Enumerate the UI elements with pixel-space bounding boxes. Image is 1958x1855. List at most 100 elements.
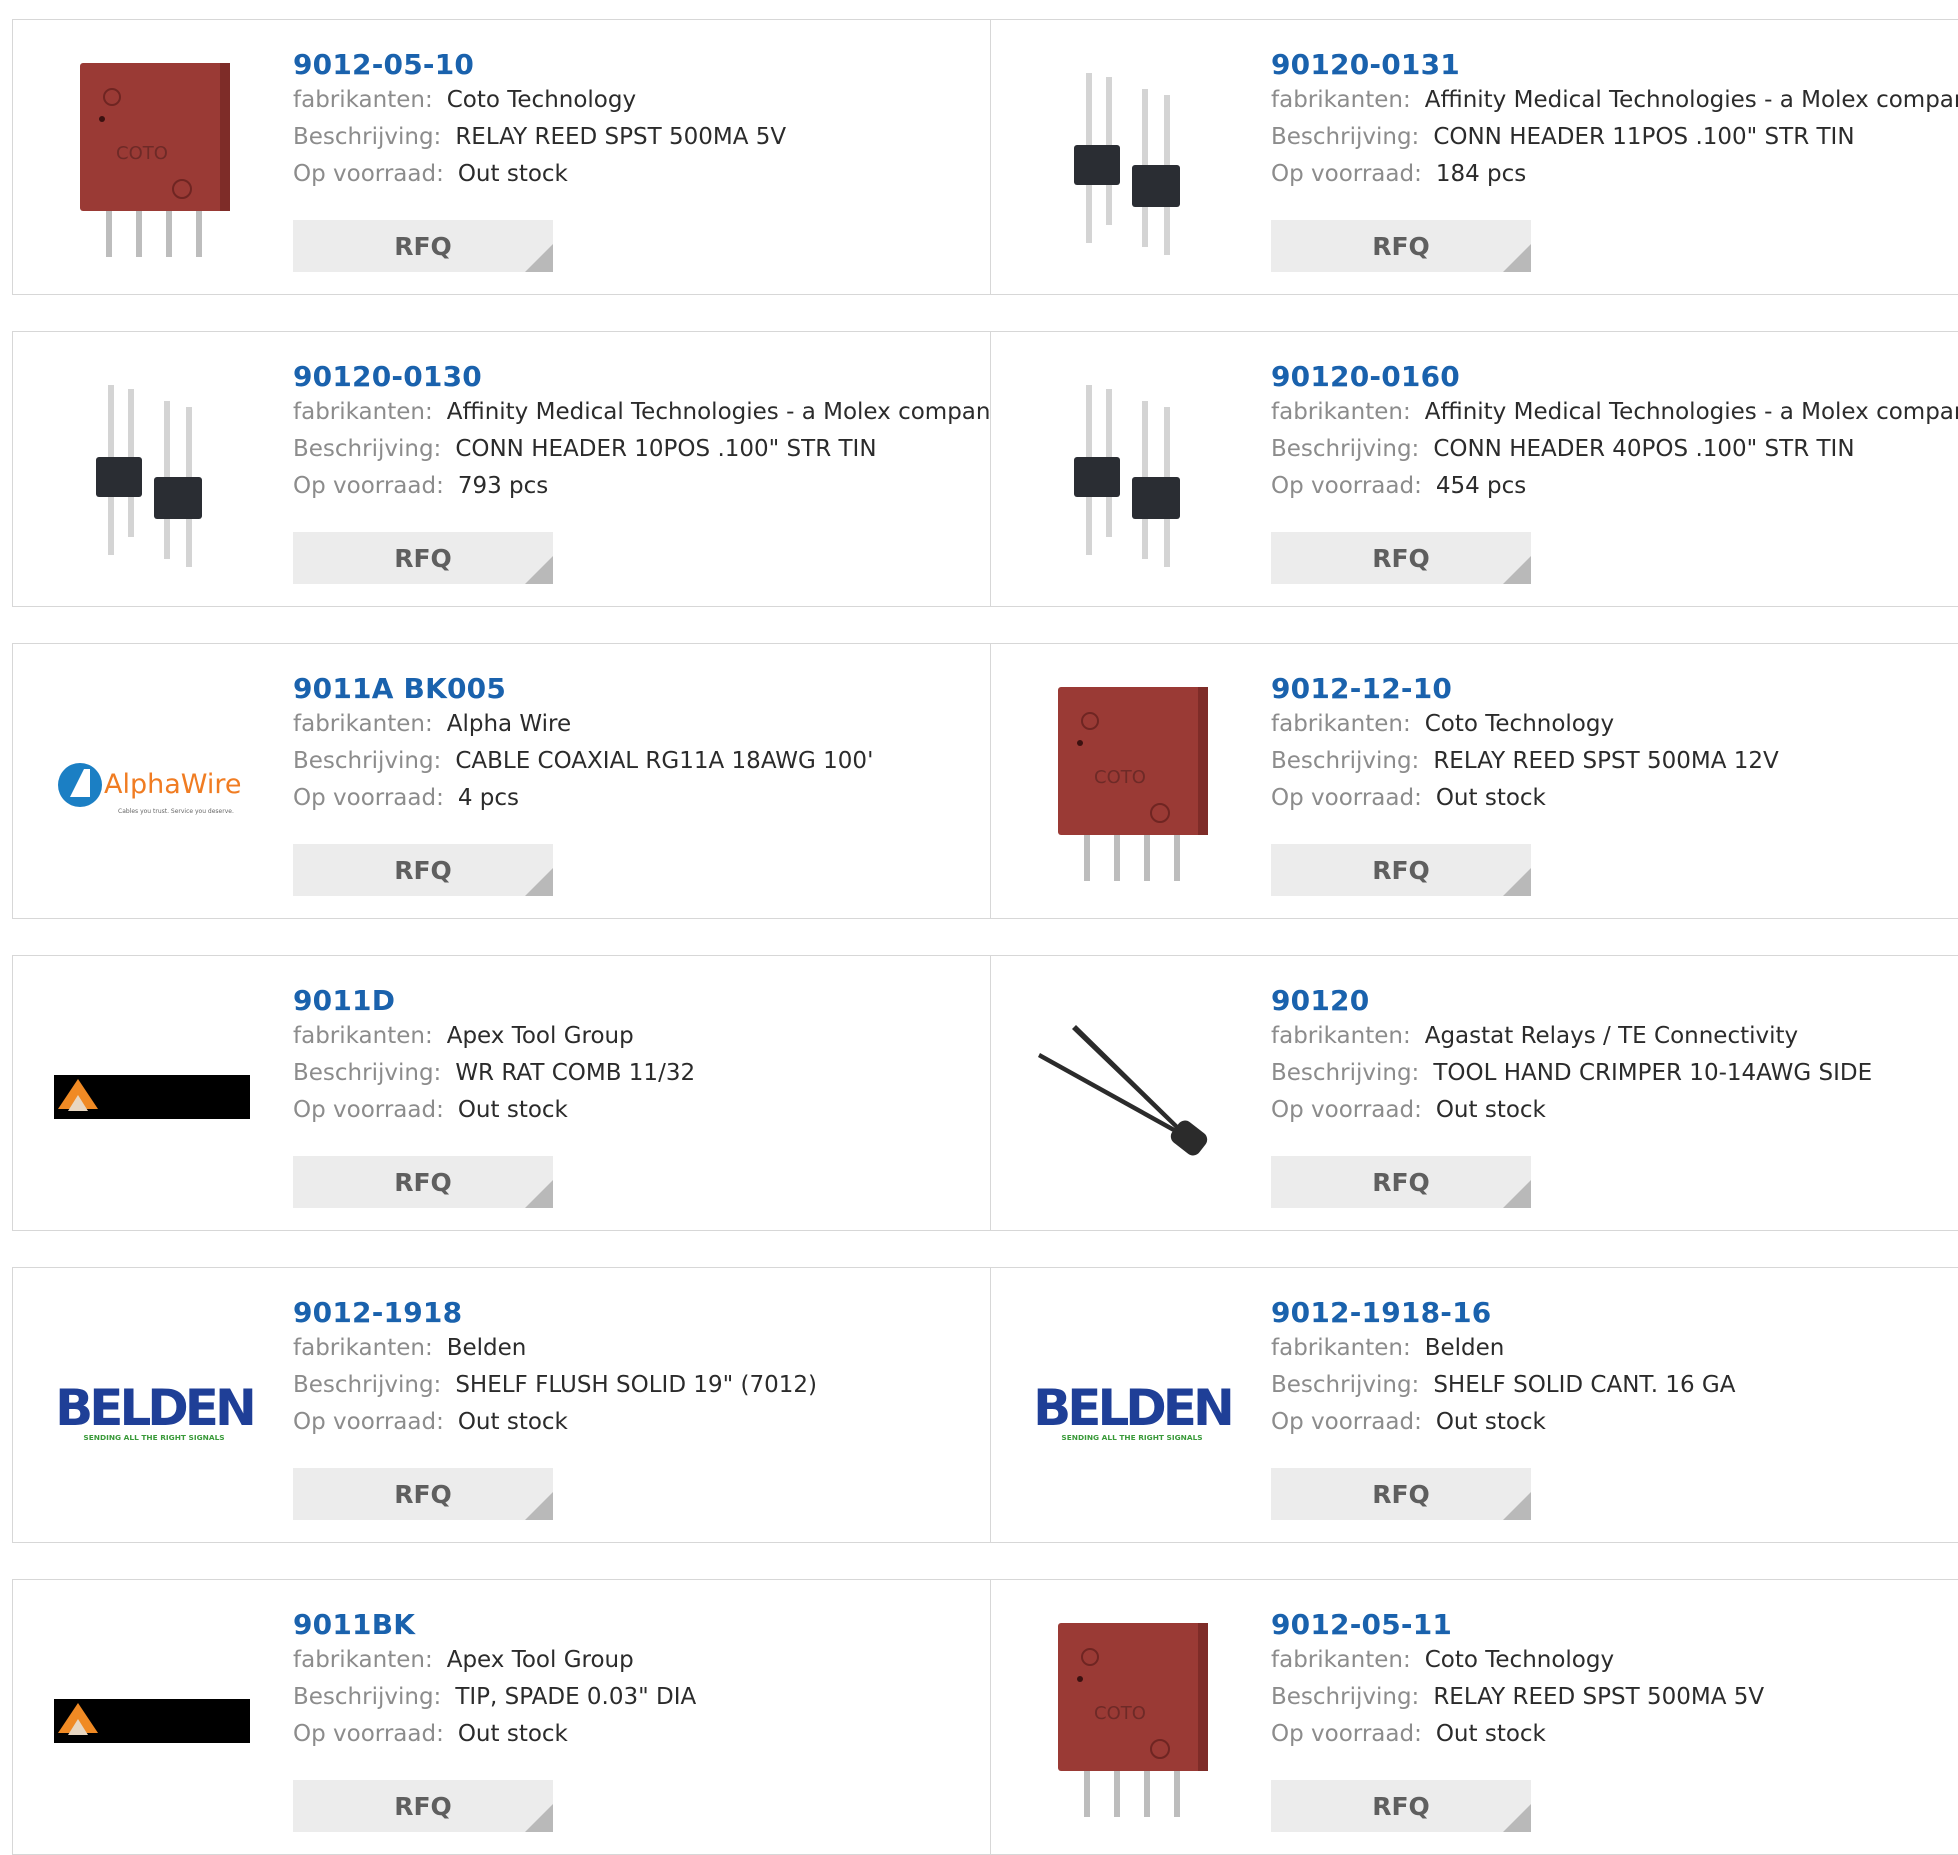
apex-logo[interactable] [54,1621,254,1821]
corner-triangle-icon [1503,556,1531,584]
part-number-link[interactable]: 9012-05-10 [293,48,981,82]
stock-value: 184 pcs [1435,161,1527,187]
rfq-button[interactable]: RFQ [293,532,553,584]
description-value: SHELF SOLID CANT. 16 GA [1433,1372,1736,1398]
stock-row: Op voorraad: 184 pcs [1271,156,1955,193]
crimper-image[interactable] [1032,997,1232,1197]
description-label: Beschrijving: [1271,1684,1420,1710]
belden-logo[interactable]: BELDEN SENDING ALL THE RIGHT SIGNALS [1032,1309,1232,1509]
stock-label: Op voorraad: [1271,161,1422,187]
part-number-link[interactable]: 90120-0160 [1271,360,1955,394]
manufacturer-value: Apex Tool Group [446,1647,634,1673]
description-row: Beschrijving: RELAY REED SPST 500MA 12V [1271,743,1955,780]
stock-row: Op voorraad: Out stock [1271,1404,1955,1441]
stock-row: Op voorraad: Out stock [1271,1716,1955,1753]
relay-image[interactable]: COTO [1032,1621,1232,1821]
manufacturer-label: fabrikanten: [1271,1647,1411,1673]
part-number-link[interactable]: 90120 [1271,984,1955,1018]
rfq-button[interactable]: RFQ [293,1156,553,1208]
rfq-button[interactable]: RFQ [1271,844,1531,896]
product-info: 90120-0160 fabrikanten: Affinity Medical … [1271,360,1958,505]
manufacturer-value: Alpha Wire [446,711,572,737]
stock-label: Op voorraad: [293,1097,444,1123]
part-number-link[interactable]: 9011A BK005 [293,672,981,706]
rfq-button[interactable]: RFQ [293,220,553,272]
description-value: RELAY REED SPST 500MA 12V [1433,748,1779,774]
description-label: Beschrijving: [1271,1372,1420,1398]
stock-label: Op voorraad: [293,1721,444,1747]
rfq-label: RFQ [1372,1167,1430,1197]
alphawire-logo[interactable]: AlphaWire Cables you trust. Service you … [54,685,254,885]
description-row: Beschrijving: SHELF FLUSH SOLID 19" (7012… [293,1367,981,1404]
rfq-button[interactable]: RFQ [1271,1156,1531,1208]
svg-text:SENDING ALL THE RIGHT SIGNALS: SENDING ALL THE RIGHT SIGNALS [83,1433,224,1442]
stock-value: Out stock [1435,1097,1546,1123]
corner-triangle-icon [525,244,553,272]
belden-logo[interactable]: BELDEN SENDING ALL THE RIGHT SIGNALS [54,1309,254,1509]
rfq-button[interactable]: RFQ [1271,1780,1531,1832]
stock-value: 793 pcs [457,473,549,499]
rfq-button[interactable]: RFQ [1271,532,1531,584]
description-row: Beschrijving: CONN HEADER 40POS .100" STR… [1271,431,1955,468]
manufacturer-row: fabrikanten: Affinity Medical Technologie… [1271,82,1958,119]
product-card: COTO 9012-05-11 fabrikanten: Coto Technol… [990,1579,1958,1855]
part-number-link[interactable]: 90120-0130 [293,360,981,394]
corner-triangle-icon [1503,1492,1531,1520]
rfq-button[interactable]: RFQ [293,1780,553,1832]
part-number-link[interactable]: 9011BK [293,1608,981,1642]
apex-logo[interactable] [54,997,254,1197]
manufacturer-label: fabrikanten: [293,87,433,113]
product-info: 9011BK fabrikanten: Apex Tool Group Besch… [293,1608,981,1753]
corner-triangle-icon [525,1804,553,1832]
stock-row: Op voorraad: Out stock [293,156,981,193]
svg-text:COTO: COTO [1094,1703,1146,1724]
part-number-link[interactable]: 90120-0131 [1271,48,1955,82]
rfq-button[interactable]: RFQ [1271,1468,1531,1520]
part-number-link[interactable]: 9012-1918-16 [1271,1296,1955,1330]
description-label: Beschrijving: [1271,124,1420,150]
manufacturer-row: fabrikanten: Affinity Medical Technologie… [1271,394,1958,431]
relay-image[interactable]: COTO [1032,685,1232,885]
part-number-link[interactable]: 9012-1918 [293,1296,981,1330]
description-row: Beschrijving: TIP, SPADE 0.03" DIA [293,1679,981,1716]
manufacturer-value: Agastat Relays / TE Connectivity [1424,1023,1799,1049]
description-row: Beschrijving: WR RAT COMB 11/32 [293,1055,981,1092]
svg-text:COTO: COTO [116,143,168,164]
svg-text:AlphaWire: AlphaWire [104,769,242,800]
product-info: 9012-1918 fabrikanten: Belden Beschrijvin… [293,1296,981,1441]
product-card: 90120-0131 fabrikanten: Affinity Medical … [990,19,1958,295]
stock-value: 4 pcs [457,785,520,811]
corner-triangle-icon [1503,1180,1531,1208]
rfq-label: RFQ [1372,855,1430,885]
description-row: Beschrijving: TOOL HAND CRIMPER 10-14AWG … [1271,1055,1955,1092]
stock-label: Op voorraad: [293,785,444,811]
product-grid: COTO 9012-05-10 fabrikanten: Coto Technol… [0,0,1958,1855]
stock-label: Op voorraad: [1271,1409,1422,1435]
corner-triangle-icon [525,868,553,896]
manufacturer-label: fabrikanten: [1271,1023,1411,1049]
part-number-link[interactable]: 9011D [293,984,981,1018]
stock-label: Op voorraad: [293,161,444,187]
stock-value: Out stock [457,1097,568,1123]
part-number-link[interactable]: 9012-05-11 [1271,1608,1955,1642]
manufacturer-row: fabrikanten: Belden [293,1330,981,1367]
description-label: Beschrijving: [1271,1060,1420,1086]
rfq-button[interactable]: RFQ [293,1468,553,1520]
rfq-label: RFQ [394,1479,452,1509]
part-number-link[interactable]: 9012-12-10 [1271,672,1955,706]
rfq-button[interactable]: RFQ [1271,220,1531,272]
corner-triangle-icon [1503,244,1531,272]
manufacturer-row: fabrikanten: Affinity Medical Technologie… [293,394,1004,431]
pin-header-image[interactable] [1032,373,1232,573]
description-label: Beschrijving: [293,436,442,462]
relay-image[interactable]: COTO [54,61,254,261]
rfq-label: RFQ [394,1791,452,1821]
pin-header-image[interactable] [1032,61,1232,261]
corner-triangle-icon [525,1492,553,1520]
stock-label: Op voorraad: [1271,1721,1422,1747]
stock-row: Op voorraad: Out stock [293,1092,981,1129]
rfq-button[interactable]: RFQ [293,844,553,896]
rfq-label: RFQ [394,231,452,261]
manufacturer-value: Coto Technology [1424,711,1615,737]
pin-header-image[interactable] [54,373,254,573]
